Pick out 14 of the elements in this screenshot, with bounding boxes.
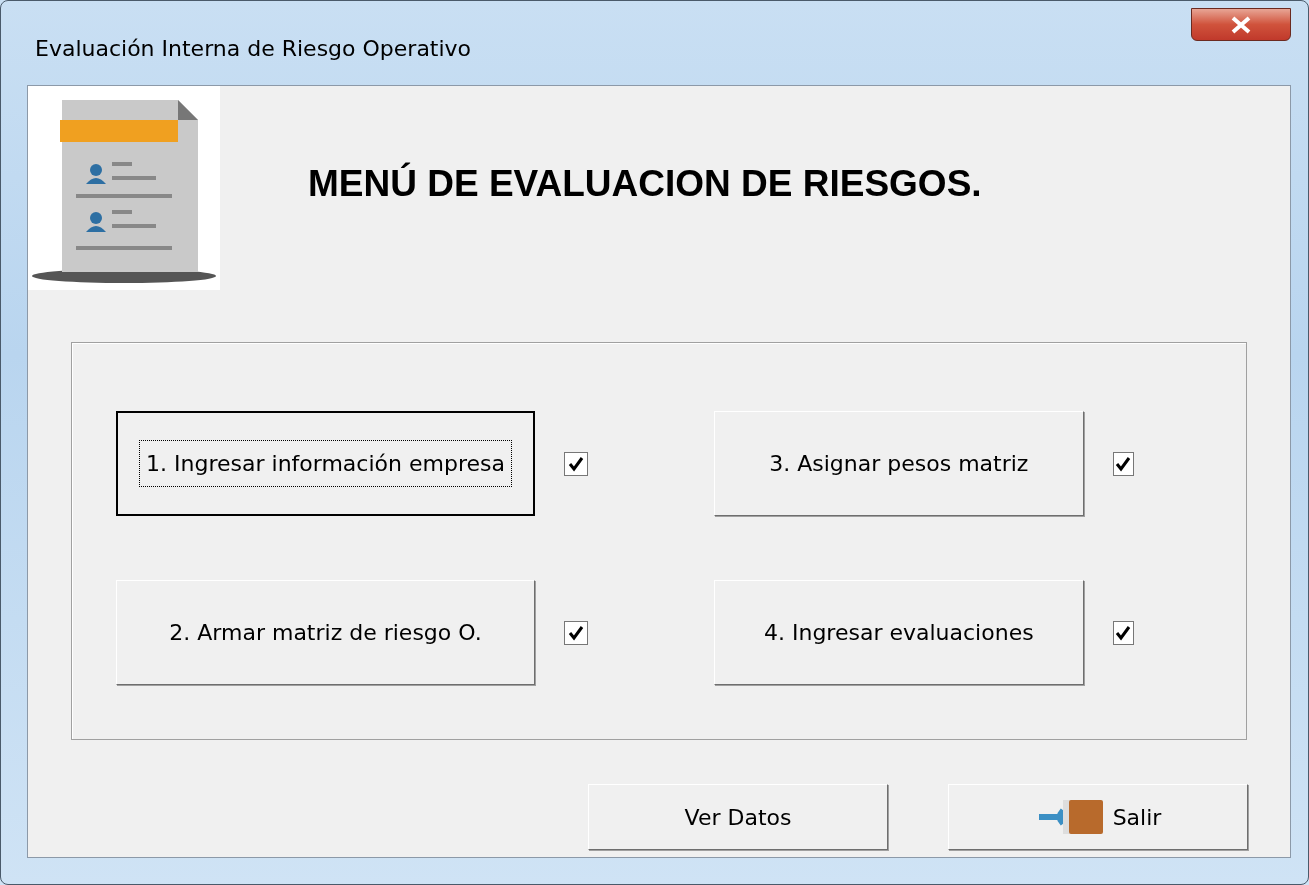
task-button[interactable]: 3. Asignar pesos matriz (714, 411, 1084, 516)
checkbox[interactable] (1112, 620, 1134, 645)
checkbox[interactable] (1112, 451, 1134, 476)
checkbox[interactable] (564, 620, 588, 645)
task-button[interactable]: 1. Ingresar información empresa (116, 411, 535, 516)
checkbox[interactable] (564, 451, 588, 476)
task-button[interactable]: 2. Armar matriz de riesgo O. (116, 580, 535, 685)
close-button[interactable] (1191, 8, 1291, 41)
menu-heading: MENÚ DE EVALUACION DE RIESGOS. (308, 161, 982, 206)
exit-button[interactable]: Salir (948, 784, 1248, 850)
window-title: Evaluación Interna de Riesgo Operativo (35, 35, 472, 63)
task-button[interactable]: 4. Ingresar evaluaciones (714, 580, 1084, 685)
document-icon (28, 86, 220, 290)
view-data-button[interactable]: Ver Datos (588, 784, 888, 850)
